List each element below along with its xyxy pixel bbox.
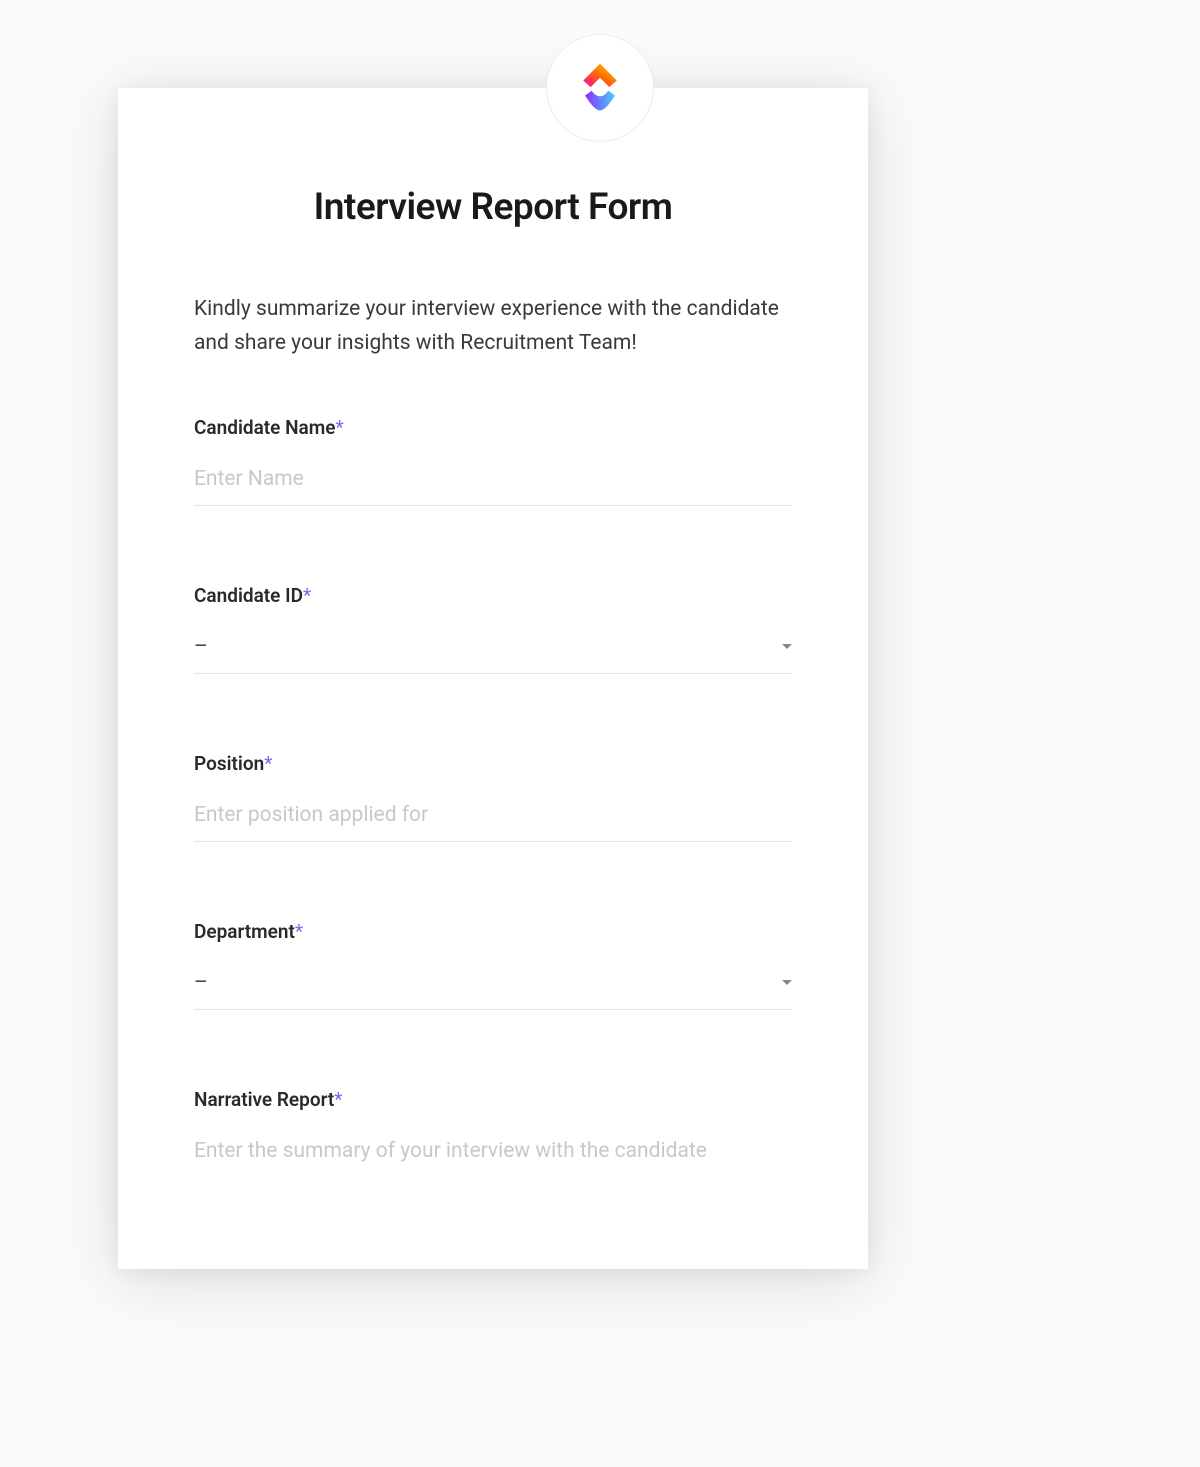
position-input[interactable] <box>194 797 792 842</box>
field-candidate-id: Candidate ID* – <box>194 584 792 674</box>
clickup-logo-icon <box>572 60 628 116</box>
required-mark: * <box>295 920 303 943</box>
candidate-id-value: – <box>194 635 208 659</box>
required-mark: * <box>264 752 272 775</box>
candidate-name-input[interactable] <box>194 461 792 506</box>
field-department: Department* – <box>194 920 792 1010</box>
department-select[interactable]: – <box>194 965 792 1010</box>
logo-container <box>546 34 654 142</box>
candidate-name-label: Candidate Name* <box>194 416 792 439</box>
chevron-down-icon <box>782 644 792 650</box>
narrative-report-input[interactable]: Enter the summary of your interview with… <box>194 1133 792 1169</box>
form-title: Interview Report Form <box>118 88 868 229</box>
department-value: – <box>194 971 208 995</box>
form-description: Kindly summarize your interview experien… <box>118 229 868 360</box>
required-mark: * <box>334 1088 342 1111</box>
required-mark: * <box>303 584 311 607</box>
department-label: Department* <box>194 920 792 943</box>
field-narrative-report: Narrative Report* Enter the summary of y… <box>194 1088 792 1169</box>
chevron-down-icon <box>782 980 792 986</box>
form-fields: Candidate Name* Candidate ID* – Position… <box>118 360 868 1169</box>
candidate-id-select[interactable]: – <box>194 629 792 674</box>
form-card: Interview Report Form Kindly summarize y… <box>118 88 868 1269</box>
required-mark: * <box>335 416 343 439</box>
position-label: Position* <box>194 752 792 775</box>
field-position: Position* <box>194 752 792 842</box>
field-candidate-name: Candidate Name* <box>194 416 792 506</box>
narrative-report-label: Narrative Report* <box>194 1088 792 1111</box>
candidate-id-label: Candidate ID* <box>194 584 792 607</box>
